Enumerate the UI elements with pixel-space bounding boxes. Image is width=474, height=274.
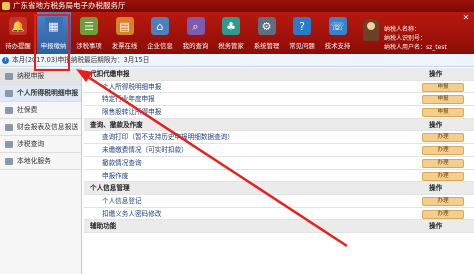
toolbar-button-label: 技术支持 (324, 42, 351, 50)
table-row[interactable]: 扣缴义务人密码修改 办理 (84, 208, 474, 221)
toolbar-button-2[interactable]: ☰ 涉税事项 (72, 12, 106, 54)
gear-icon: ⚙ (257, 17, 276, 35)
section-title: 代扣代缴申报 (90, 70, 130, 78)
table-row[interactable]: 撤款情况查询 办理 (84, 157, 474, 170)
app-logo-icon (2, 2, 10, 10)
info-icon: i (2, 57, 9, 64)
section-header-row: 查询、撤款及作废 操作 (84, 118, 474, 132)
deadline-notice-text: 本月(2017.03)申报纳税最后期限为：3月15日 (12, 56, 150, 64)
sidebar-item-5[interactable]: 本地化服务 (0, 153, 81, 170)
toolbar-button-label: 我的查询 (182, 42, 209, 50)
table-row[interactable]: 个人信息登记 办理 (84, 195, 474, 208)
service-name: 特定行业年度申报 (102, 95, 155, 104)
toolbar-button-label: 涉税事项 (76, 42, 102, 50)
handle-button[interactable]: 办理 (422, 196, 464, 206)
toolbar-button-3[interactable]: ▤ 发票在线 (108, 12, 142, 54)
building-icon: ⌂ (151, 17, 169, 35)
service-name: 未缴缴费情况（可实时扣款） (102, 146, 188, 155)
operation-column-header: 操作 (429, 70, 443, 78)
service-name: 撤款情况查询 (102, 158, 142, 167)
deadline-notice: i 本月(2017.03)申报纳税最后期限为：3月15日 (0, 54, 474, 67)
sidebar-item-label: 社保费 (17, 106, 38, 114)
user-avatar (363, 19, 379, 41)
handle-button[interactable]: 办理 (422, 209, 464, 219)
taxpayer-name-label: 纳税人名称： (384, 26, 421, 33)
declare-button[interactable]: 申报 (422, 82, 464, 92)
invoice-icon: ▤ (115, 17, 134, 35)
sidebar-item-label: 财会报表及信息报送 (17, 123, 79, 131)
toolbar-button-label: 发票在线 (111, 42, 138, 50)
toolbar-button-label: 系统管理 (253, 42, 280, 50)
toolbar-button-label: 待办提醒 (5, 42, 31, 50)
taxpayer-username-label: 纳税人用户名：sz_test (384, 44, 447, 51)
table-row[interactable]: 申报作废 办理 (84, 170, 474, 183)
table-row[interactable]: 限售股转让所得申报 申报 (84, 106, 474, 119)
sidebar-item-4[interactable]: 涉税查询 (0, 136, 81, 153)
service-name: 扣缴义务人密码修改 (102, 209, 162, 218)
sidebar-item-1[interactable]: 个人所得税明细申报 (0, 85, 81, 102)
help-icon: ? (293, 17, 311, 35)
sidebar-item-label: 纳税申报 (17, 72, 45, 80)
documents-icon: ☰ (80, 17, 98, 35)
table-row[interactable]: 个人所得税明细申报 申报 (84, 81, 474, 94)
menu-item-icon (5, 124, 13, 131)
left-menu: 纳税申报个人所得税明细申报 社保费财会报表及信息报送 涉税查询本地化服务 (0, 68, 82, 274)
menu-item-icon (5, 73, 13, 80)
toolbar-button-label: 税务管家 (218, 42, 244, 50)
window-title-bar: 广东省地方税务局电子办税服务厅 (0, 0, 474, 12)
table-row[interactable]: 特定行业年度申报 申报 (84, 93, 474, 107)
service-name: 个人信息登记 (102, 196, 142, 205)
close-icon[interactable]: ✕ (461, 13, 471, 23)
declare-button[interactable]: 申报 (422, 108, 464, 118)
toolbar-button-7[interactable]: ⚙ 系统管理 (250, 12, 284, 54)
handle-button[interactable]: 办理 (422, 158, 464, 168)
toolbar-button-4[interactable]: ⌂ 企业信息 (143, 12, 177, 54)
menu-item-icon (5, 141, 13, 148)
menu-item-icon (5, 90, 13, 97)
sidebar-item-label: 个人所得税明细申报 (17, 89, 79, 97)
operation-column-header: 操作 (429, 222, 443, 231)
toolbar-button-9[interactable]: ☏ 技术支持 (321, 12, 355, 54)
menu-item-icon (5, 158, 13, 165)
window-title: 广东省地方税务局电子办税服务厅 (13, 1, 126, 10)
operation-column-header: 操作 (429, 120, 443, 129)
service-name: 申报作废 (102, 171, 129, 180)
section-header-row: 辅助功能 操作 (84, 220, 474, 233)
table-row[interactable]: 未缴缴费情况（可实时扣款） 办理 (84, 144, 474, 157)
bell-icon: 🔔 (9, 17, 27, 35)
support-icon: ☏ (328, 17, 347, 35)
handle-button[interactable]: 办理 (422, 146, 464, 156)
toolbar-button-5[interactable]: ⌕ 我的查询 (179, 12, 213, 54)
handle-button[interactable]: 办理 (422, 171, 464, 181)
toolbar-button-0[interactable]: 🔔 待办提醒 (1, 12, 35, 54)
menu-item-icon (5, 107, 13, 114)
toolbar-button-label: 常见问题 (289, 42, 315, 50)
search-icon: ⌕ (186, 17, 205, 35)
toolbar-button-label: 企业信息 (147, 42, 173, 50)
toolbar-button-6[interactable]: ♣ 税务管家 (214, 12, 248, 54)
declare-button[interactable]: 申报 (422, 95, 464, 105)
operation-column-header: 操作 (429, 184, 443, 193)
sidebar-item-label: 涉税查询 (17, 140, 45, 148)
service-name: 个人所得税明细申报 (102, 82, 162, 91)
section-header-row: 个人信息管理 操作 (84, 182, 474, 195)
service-name: 查询打印（暂不支持历史申报明细数据查询） (102, 133, 234, 142)
handle-button[interactable]: 办理 (422, 133, 464, 143)
service-name: 限售股转让所得申报 (102, 108, 162, 117)
toolbar-button-8[interactable]: ? 常见问题 (285, 12, 319, 54)
sidebar-item-label: 本地化服务 (17, 157, 51, 165)
sidebar-item-3[interactable]: 财会报表及信息报送 (0, 119, 81, 136)
table-row[interactable]: 查询打印（暂不支持历史申报明细数据查询） 办理 (84, 131, 474, 145)
section-title: 个人信息管理 (90, 184, 130, 193)
housekeeper-icon: ♣ (222, 17, 240, 35)
section-header-row: 代扣代缴申报 操作 (84, 68, 474, 81)
taxpayer-id-label: 纳税人识别号： (384, 35, 427, 42)
user-info-panel: 纳税人名称： 纳税人识别号： 纳税人用户名：sz_test ✕ (360, 12, 474, 54)
section-title: 辅助功能 (90, 222, 117, 231)
service-table: 代扣代缴申报 操作 个人所得税明细申报 申报 特定行业年度申报 申报 限售股转让所得申报 申报… (84, 68, 474, 274)
sidebar-item-2[interactable]: 社保费 (0, 102, 81, 119)
annotation-highlight-box (34, 14, 70, 71)
section-title: 查询、撤款及作废 (90, 120, 143, 129)
